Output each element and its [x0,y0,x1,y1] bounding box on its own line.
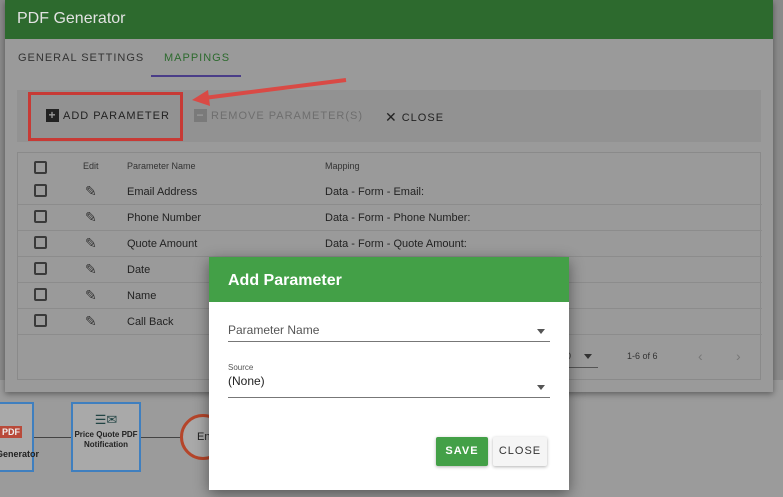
tab-mappings[interactable]: MAPPINGS [164,52,230,64]
tab-general-settings[interactable]: GENERAL SETTINGS [18,52,144,64]
parameter-name: Date [127,264,151,276]
table-row[interactable]: ✎ Phone Number Data - Form - Phone Numbe… [18,205,762,231]
parameter-name: Name [127,290,157,302]
close-button[interactable]: CLOSE [493,437,547,466]
pencil-icon[interactable]: ✎ [85,209,97,226]
parameter-name: Quote Amount [127,238,198,250]
select-all-checkbox[interactable] [34,161,47,174]
pencil-icon[interactable]: ✎ [85,183,97,200]
dialog-title: PDF Generator [5,0,773,39]
source-label: Source [228,363,254,372]
pager-range: 1-6 of 6 [627,351,658,361]
parameter-mapping: Data - Form - Quote Amount: [325,238,467,250]
parameter-name: Phone Number [127,212,201,224]
chevron-right-icon[interactable]: › [736,348,741,364]
tab-bar: GENERAL SETTINGS MAPPINGS [5,39,773,77]
annotation-arrow-icon [192,78,347,106]
pencil-icon[interactable]: ✎ [85,313,97,330]
source-value: (None) [228,374,265,388]
email-icon: ☰✉ [94,412,118,427]
table-row[interactable]: ✎ Email Address Data - Form - Email: [18,179,762,205]
row-checkbox[interactable] [34,288,47,301]
page-size-underline [564,367,598,368]
pencil-icon[interactable]: ✎ [85,287,97,304]
chevron-left-icon[interactable]: ‹ [698,348,703,364]
chevron-down-icon[interactable] [537,385,545,390]
highlight-box [28,92,183,141]
button-label: CLOSE [401,111,445,124]
close-icon: ✕ [385,109,398,125]
chevron-down-icon[interactable] [537,329,545,334]
column-header-mapping: Mapping [325,161,360,171]
pencil-icon[interactable]: ✎ [85,235,97,252]
node-label: Generator [0,449,40,459]
row-checkbox[interactable] [34,236,47,249]
parameter-mapping: Data - Form - Phone Number: [325,212,471,224]
add-dialog-title: Add Parameter [209,257,569,302]
chevron-down-icon[interactable] [584,354,592,359]
row-checkbox[interactable] [34,262,47,275]
row-checkbox[interactable] [34,184,47,197]
node-label: Price Quote PDF Notification [74,430,138,449]
row-checkbox[interactable] [34,314,47,327]
toolbar-close-button[interactable]: ✕ CLOSE [385,109,444,126]
parameter-name-field[interactable]: Parameter Name [228,321,550,342]
workflow-node-quote[interactable]: ☰✉ Price Quote PDF Notification [71,402,141,472]
pdf-icon: PDF [0,426,22,438]
workflow-node-generator[interactable]: PDF Generator [0,402,39,472]
connector-line [34,437,71,438]
parameter-mapping: Data - Form - Email: [325,186,425,198]
parameter-name: Email Address [127,186,198,198]
column-header-edit: Edit [83,161,99,171]
parameter-name-placeholder: Parameter Name [228,323,320,337]
table-row[interactable]: ✎ Quote Amount Data - Form - Quote Amoun… [18,231,762,257]
parameter-name: Call Back [127,316,174,328]
save-button[interactable]: SAVE [436,437,488,466]
connector-line [141,437,180,438]
row-checkbox[interactable] [34,210,47,223]
pencil-icon[interactable]: ✎ [85,261,97,278]
column-header-name: Parameter Name [127,161,196,171]
source-select[interactable]: Source (None) [228,363,550,398]
add-parameter-dialog: Add Parameter Parameter Name Source (Non… [209,257,569,490]
